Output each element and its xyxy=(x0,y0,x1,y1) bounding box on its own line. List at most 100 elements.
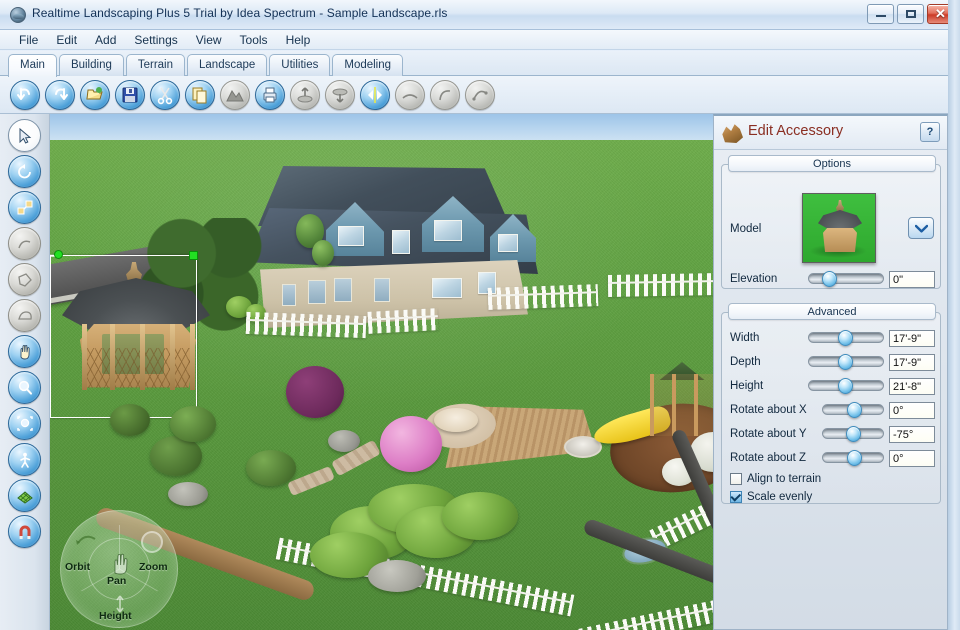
width-slider-thumb[interactable] xyxy=(837,330,853,346)
rotate-y-slider-thumb[interactable] xyxy=(846,426,862,442)
options-group: Options Model Elevation 0" xyxy=(721,155,941,292)
tab-modeling[interactable]: Modeling xyxy=(332,54,404,76)
tab-main[interactable]: Main xyxy=(8,54,57,77)
nav-zoom-label[interactable]: Zoom xyxy=(139,561,168,573)
edit-accessory-panel: Edit Accessory ? Options Model Elevation xyxy=(713,114,948,630)
tab-terrain[interactable]: Terrain xyxy=(125,54,186,76)
rotate-z-label: Rotate about Z xyxy=(730,452,807,464)
elevation-row: Elevation 0" xyxy=(722,270,940,292)
rotate-tool[interactable] xyxy=(8,155,41,188)
magnify-tool[interactable] xyxy=(8,371,41,404)
rotate-x-value[interactable]: 0° xyxy=(889,402,935,419)
door xyxy=(282,284,296,306)
align-to-terrain-checkbox[interactable] xyxy=(730,473,742,485)
menu-add[interactable]: Add xyxy=(86,31,125,49)
shrub[interactable] xyxy=(170,406,216,442)
shrub[interactable] xyxy=(246,450,296,486)
left-tool-rail xyxy=(0,114,50,630)
rotate-y-slider[interactable] xyxy=(822,426,884,442)
paste-icon xyxy=(220,79,250,110)
depth-slider[interactable] xyxy=(808,354,884,370)
title-bar: Realtime Landscaping Plus 5 Trial by Ide… xyxy=(0,0,960,30)
depth-slider-thumb[interactable] xyxy=(837,354,853,370)
height-slider-thumb[interactable] xyxy=(837,378,853,394)
advanced-group-header: Advanced xyxy=(728,303,936,320)
magnet-snap-tool[interactable] xyxy=(8,515,41,548)
purple-tree[interactable] xyxy=(286,366,344,418)
rotate-x-slider[interactable] xyxy=(822,402,884,418)
mirror-icon[interactable] xyxy=(360,79,390,110)
menu-bar: File Edit Add Settings View Tools Help xyxy=(0,30,960,50)
width-slider[interactable] xyxy=(808,330,884,346)
menu-help[interactable]: Help xyxy=(277,31,320,49)
playset-frame[interactable] xyxy=(650,374,713,436)
height-slider[interactable] xyxy=(808,378,884,394)
copy-pages-icon[interactable] xyxy=(185,79,215,110)
picket-fence xyxy=(487,284,599,310)
width-value[interactable]: 17'-9" xyxy=(889,330,935,347)
restore-button[interactable] xyxy=(897,4,924,24)
picket-fence xyxy=(245,311,367,339)
shrub[interactable] xyxy=(110,404,150,436)
tree[interactable] xyxy=(312,240,334,266)
minimize-button[interactable] xyxy=(867,4,894,24)
boulder xyxy=(168,482,208,506)
sculpted-shrub[interactable] xyxy=(442,492,518,540)
rotate-y-value[interactable]: -75° xyxy=(889,426,935,443)
window xyxy=(498,234,518,252)
depth-value[interactable]: 17'-9" xyxy=(889,354,935,371)
shrub[interactable] xyxy=(150,436,202,476)
panel-header: Edit Accessory ? xyxy=(714,116,947,150)
save-disk-icon[interactable] xyxy=(115,79,145,110)
lower-icon xyxy=(325,79,355,110)
window-right-border xyxy=(948,0,960,630)
house-model[interactable] xyxy=(246,156,602,468)
open-folder-icon[interactable] xyxy=(80,79,110,110)
align-to-terrain-checkbox-row[interactable]: Align to terrain xyxy=(730,471,821,487)
nav-pan-label[interactable]: Pan xyxy=(107,575,126,587)
undo-icon[interactable] xyxy=(10,79,40,110)
nav-orbit-label[interactable]: Orbit xyxy=(65,561,90,573)
accessory-icon xyxy=(722,124,743,143)
model-dropdown-button[interactable] xyxy=(908,217,934,239)
rotate-z-slider-thumb[interactable] xyxy=(846,450,862,466)
menu-file[interactable]: File xyxy=(10,31,47,49)
scale-evenly-checkbox[interactable] xyxy=(730,491,742,503)
3d-viewport[interactable]: Orbit Pan Zoom Height xyxy=(50,114,713,630)
menu-view[interactable]: View xyxy=(187,31,231,49)
rotate-z-value[interactable]: 0° xyxy=(889,450,935,467)
elevation-value[interactable]: 0" xyxy=(889,271,935,288)
menu-edit[interactable]: Edit xyxy=(47,31,86,49)
print-icon[interactable] xyxy=(255,79,285,110)
hand-pan-tool[interactable] xyxy=(8,335,41,368)
redo-icon[interactable] xyxy=(45,79,75,110)
scale-evenly-checkbox-row[interactable]: Scale evenly xyxy=(730,489,812,505)
tab-landscape[interactable]: Landscape xyxy=(187,54,268,76)
selection-pivot-handle[interactable] xyxy=(54,250,63,259)
flowering-tree[interactable] xyxy=(380,416,442,472)
cut-scissors-icon[interactable] xyxy=(150,79,180,110)
nav-height-label[interactable]: Height xyxy=(99,610,132,622)
elevation-slider[interactable] xyxy=(808,271,884,287)
height-value[interactable]: 21'-8" xyxy=(889,378,935,395)
selection-handle[interactable] xyxy=(189,251,198,260)
help-button[interactable]: ? xyxy=(920,122,940,142)
rotate-x-label: Rotate about X xyxy=(730,404,807,416)
navigation-widget[interactable]: Orbit Pan Zoom Height xyxy=(60,510,178,628)
tab-strip: Main Building Terrain Landscape Utilitie… xyxy=(0,51,960,77)
zoom-extents-tool[interactable] xyxy=(8,407,41,440)
menu-tools[interactable]: Tools xyxy=(231,31,277,49)
grid-terrain-tool[interactable] xyxy=(8,479,41,512)
selection-bounding-box[interactable] xyxy=(50,251,198,418)
tab-utilities[interactable]: Utilities xyxy=(269,54,331,76)
select-arrow-tool[interactable] xyxy=(8,119,41,152)
copy-move-tool[interactable] xyxy=(8,191,41,224)
model-thumbnail[interactable] xyxy=(802,193,876,263)
tab-building[interactable]: Building xyxy=(58,54,124,76)
walkthrough-tool[interactable] xyxy=(8,443,41,476)
rotate-z-slider[interactable] xyxy=(822,450,884,466)
advanced-group: Advanced Width 17'-9" Depth 17'-9" Heigh… xyxy=(721,303,941,505)
menu-settings[interactable]: Settings xyxy=(125,31,186,49)
elevation-slider-thumb[interactable] xyxy=(822,271,838,287)
rotate-x-slider-thumb[interactable] xyxy=(846,402,862,418)
